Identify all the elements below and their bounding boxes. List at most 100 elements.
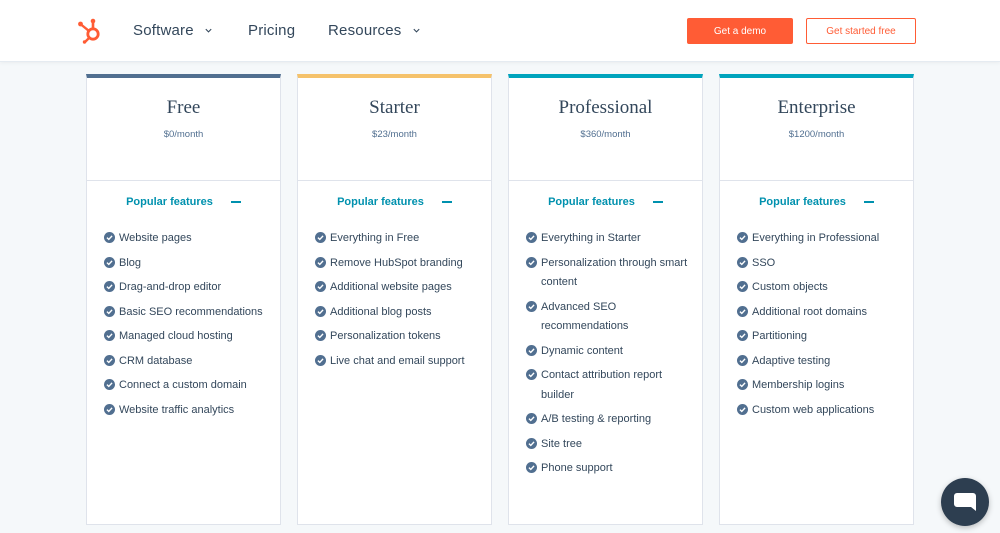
nav-software-label: Software: [133, 22, 194, 39]
nav-resources[interactable]: Resources: [328, 22, 421, 39]
feature-item: Site tree: [526, 435, 692, 455]
nav-software[interactable]: Software: [133, 22, 213, 39]
get-a-demo-button[interactable]: Get a demo: [687, 18, 793, 44]
feature-item: Additional blog posts: [315, 303, 481, 323]
plan-header: Professional $360/month: [509, 78, 702, 181]
check-circle-icon: [104, 281, 115, 292]
chat-launcher-button[interactable]: [941, 478, 989, 526]
feature-item: Additional website pages: [315, 278, 481, 298]
feature-label: Website pages: [119, 232, 192, 244]
hubspot-logo-icon[interactable]: [77, 17, 103, 44]
feature-item: Remove HubSpot branding: [315, 254, 481, 274]
check-circle-icon: [737, 330, 748, 341]
feature-item: Website traffic analytics: [104, 401, 270, 421]
plan-card-enterprise: Enterprise $1200/month Popular features Eve…: [719, 74, 914, 525]
feature-label: Everything in Free: [330, 232, 420, 244]
feature-item: Everything in Free: [315, 229, 481, 249]
check-circle-icon: [737, 256, 748, 268]
feature-item: Custom web applications: [737, 401, 903, 421]
feature-label: Everything in Starter: [541, 232, 641, 244]
minus-icon: [230, 201, 241, 203]
nav-pricing[interactable]: Pricing: [248, 22, 295, 39]
check-circle-icon: [104, 403, 115, 415]
plan-price: $1200/month: [788, 129, 845, 140]
feature-list: Everything in Professional SSO Custom obje…: [720, 229, 913, 420]
popular-features-label: Popular features: [548, 196, 635, 208]
check-circle-icon: [104, 379, 115, 390]
plan-header: Free $0/month: [87, 78, 280, 181]
feature-label: Additional blog posts: [330, 305, 432, 318]
feature-label: Additional website pages: [330, 281, 452, 293]
feature-label: Dynamic content: [541, 344, 623, 357]
feature-label: Phone support: [541, 462, 613, 474]
check-circle-icon: [104, 305, 115, 317]
check-circle-icon: [315, 281, 326, 292]
feature-list: Everything in Starter Personalization thr…: [509, 229, 702, 479]
feature-label: Advanced SEO recommendations: [541, 300, 629, 333]
feature-label: Blog: [119, 256, 142, 269]
feature-label: Everything in Professional: [752, 232, 880, 244]
check-circle-icon: [315, 330, 326, 341]
feature-item: Personalization tokens: [315, 327, 481, 347]
feature-item: Personalization through smart content: [526, 254, 692, 293]
feature-item: CRM database: [104, 352, 270, 372]
feature-label: Personalization through smart content: [541, 256, 688, 289]
feature-label: CRM database: [119, 354, 193, 367]
check-circle-icon: [104, 354, 115, 366]
plan-name: Professional: [558, 97, 653, 118]
chevron-down-icon: [412, 28, 420, 33]
feature-item: Partitioning: [737, 327, 903, 347]
plan-name: Enterprise: [777, 97, 856, 118]
popular-features-toggle[interactable]: Popular features: [720, 196, 913, 208]
feature-item: Membership logins: [737, 376, 903, 396]
feature-item: Advanced SEO recommendations: [526, 298, 692, 337]
feature-label: Adaptive testing: [752, 354, 831, 367]
check-circle-icon: [737, 354, 748, 366]
feature-label: Connect a custom domain: [119, 379, 247, 391]
nav-pricing-label: Pricing: [248, 22, 296, 39]
plan-name: Free: [166, 97, 201, 118]
minus-icon: [863, 201, 874, 203]
popular-features-toggle[interactable]: Popular features: [298, 196, 491, 208]
feature-label: A/B testing & reporting: [541, 413, 652, 425]
feature-item: Managed cloud hosting: [104, 327, 270, 347]
chevron-down-icon: [205, 28, 212, 33]
chat-bubble-icon: [954, 493, 976, 511]
plan-card-professional: Professional $360/month Popular features Ev…: [508, 74, 703, 525]
feature-item: Custom objects: [737, 278, 903, 298]
minus-icon: [441, 201, 452, 203]
feature-item: Connect a custom domain: [104, 376, 270, 396]
plan-price: $360/month: [580, 129, 631, 140]
feature-item: Drag-and-drop editor: [104, 278, 270, 298]
check-circle-icon: [526, 256, 537, 268]
check-circle-icon: [737, 379, 748, 390]
get-started-free-button[interactable]: Get started free: [806, 18, 916, 44]
check-circle-icon: [737, 232, 748, 243]
minus-icon: [652, 201, 663, 203]
feature-label: Drag-and-drop editor: [119, 281, 222, 293]
check-circle-icon: [104, 232, 115, 243]
feature-label: Live chat and email support: [330, 354, 465, 367]
popular-features-toggle[interactable]: Popular features: [87, 196, 280, 208]
check-circle-icon: [526, 344, 537, 356]
check-circle-icon: [315, 305, 326, 317]
check-circle-icon: [104, 330, 115, 341]
nav-resources-label: Resources: [328, 22, 402, 39]
feature-item: A/B testing & reporting: [526, 410, 692, 430]
check-circle-icon: [315, 256, 326, 268]
feature-label: Custom web applications: [752, 403, 875, 416]
plan-name: Starter: [369, 97, 420, 118]
feature-item: Website pages: [104, 229, 270, 249]
check-circle-icon: [737, 305, 748, 317]
popular-features-label: Popular features: [126, 196, 213, 208]
feature-label: Contact attribution report builder: [541, 369, 663, 401]
popular-features-label: Popular features: [759, 196, 846, 208]
feature-label: SSO: [752, 256, 776, 269]
feature-item: Live chat and email support: [315, 352, 481, 372]
feature-item: Phone support: [526, 459, 692, 479]
feature-list: Everything in Free Remove HubSpot brandin…: [298, 229, 491, 371]
popular-features-toggle[interactable]: Popular features: [509, 196, 702, 208]
feature-label: Remove HubSpot branding: [330, 256, 463, 269]
feature-label: Membership logins: [752, 379, 845, 391]
plan-header: Enterprise $1200/month: [720, 78, 913, 181]
